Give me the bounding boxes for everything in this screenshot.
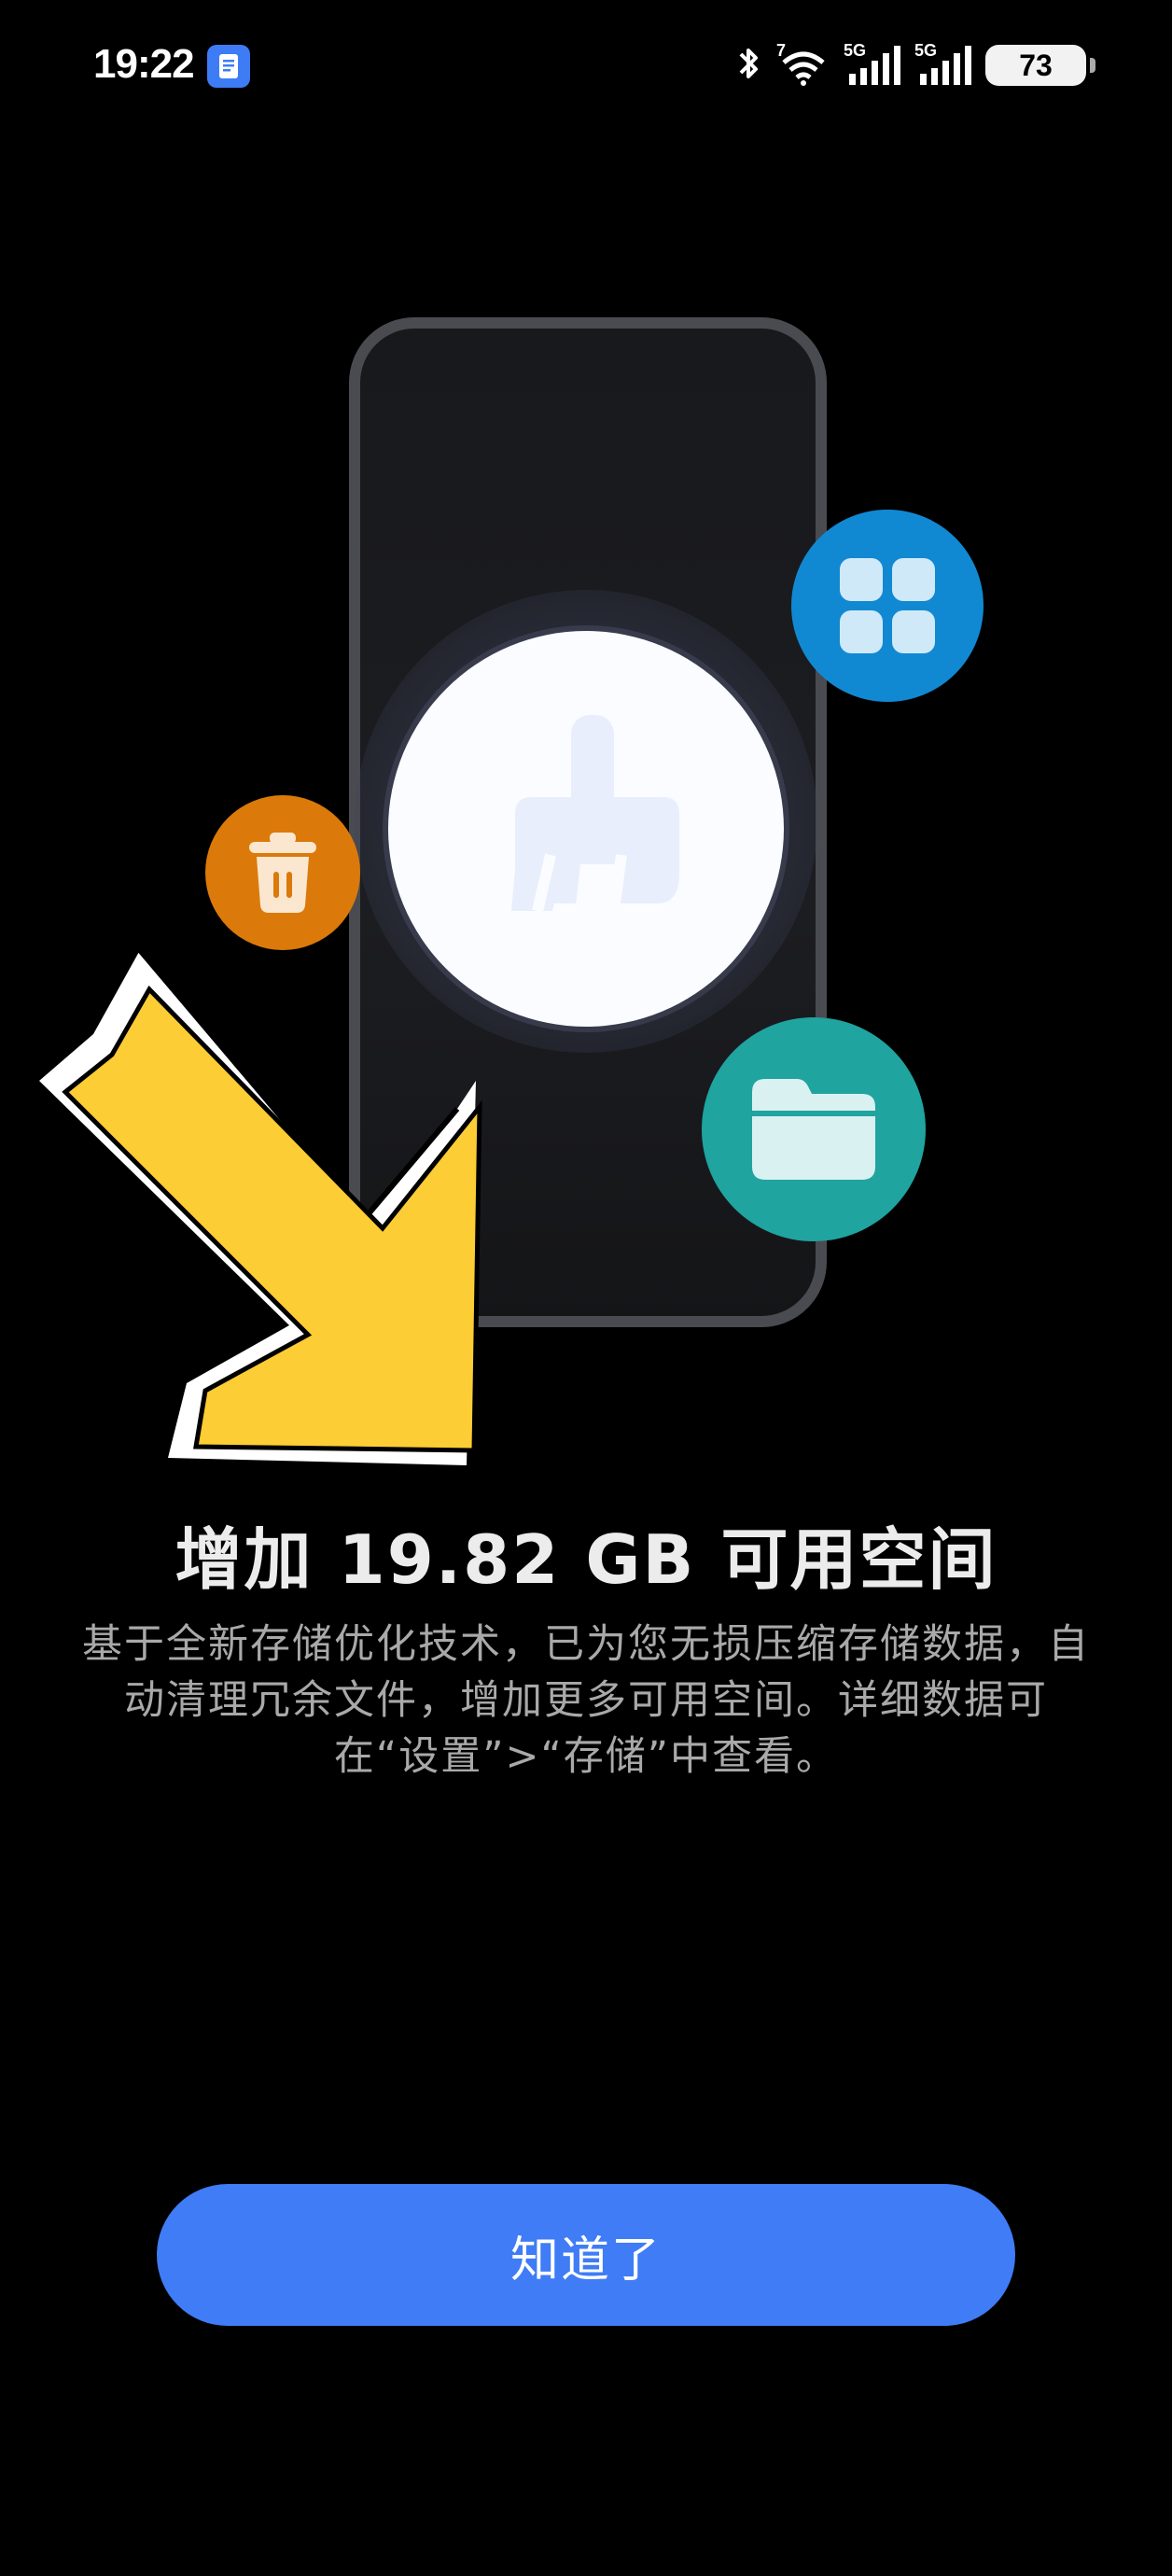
yellow-arrow-icon	[39, 948, 482, 1465]
got-it-button[interactable]: 知道了	[157, 2184, 1015, 2326]
folder-bubble	[702, 1017, 926, 1241]
folder-icon	[752, 1079, 875, 1180]
apps-grid-icon	[840, 558, 935, 653]
description-text: 基于全新存储优化技术，已为您无损压缩存储数据，自动清理冗余文件，增加更多可用空间…	[82, 1621, 1090, 1780]
storage-illustration	[0, 0, 1172, 1512]
apps-bubble	[791, 510, 984, 702]
trash-icon	[249, 833, 316, 913]
page-title: 增加 19.82 GB 可用空间	[174, 1520, 998, 1599]
trash-bubble	[205, 795, 360, 950]
